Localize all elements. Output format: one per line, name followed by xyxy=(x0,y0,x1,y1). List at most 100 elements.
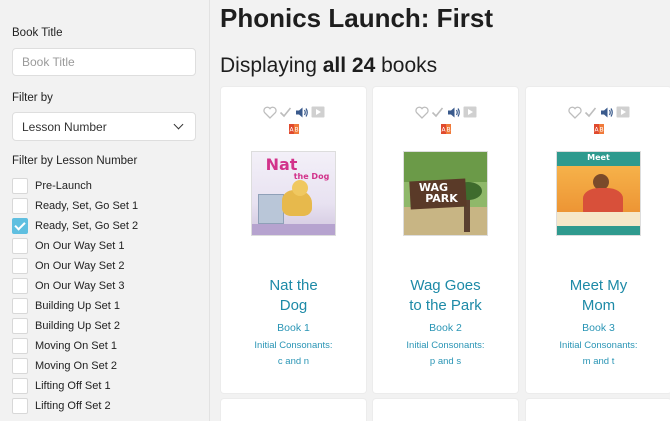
book-title-line: Dog xyxy=(279,297,308,314)
book-title-input[interactable] xyxy=(12,48,196,76)
book-number: Book 1 xyxy=(277,322,310,334)
book-title-line: to the Park xyxy=(409,297,482,314)
checkbox[interactable] xyxy=(12,398,28,414)
results-count: Displaying all 24 books xyxy=(220,54,437,78)
checkbox[interactable] xyxy=(12,318,28,334)
checkbox[interactable] xyxy=(12,178,28,194)
lesson-option-label: Ready, Set, Go Set 1 xyxy=(35,200,139,212)
lesson-option-label: On Our Way Set 1 xyxy=(35,240,125,252)
book-title-link[interactable]: Meet My Mom xyxy=(534,276,663,316)
results-count-number: all 24 xyxy=(322,54,376,77)
book-desc-line: m and t xyxy=(582,356,615,367)
lesson-option-label: On Our Way Set 2 xyxy=(35,260,125,272)
book-title-line: Mom xyxy=(581,297,616,314)
checkmark-icon[interactable] xyxy=(279,105,293,119)
book-desc-line: Initial Consonants: xyxy=(254,340,333,351)
lesson-option-label: Ready, Set, Go Set 2 xyxy=(35,220,139,232)
checkbox[interactable] xyxy=(12,238,28,254)
checkbox[interactable] xyxy=(12,338,28,354)
checkbox[interactable] xyxy=(12,198,28,214)
book-desc-line: c and n xyxy=(277,356,310,367)
lesson-checklist: Pre-Launch Ready, Set, Go Set 1 Ready, S… xyxy=(12,176,202,416)
checkbox[interactable] xyxy=(12,298,28,314)
book-actions xyxy=(526,105,670,119)
lesson-option-label: Building Up Set 1 xyxy=(35,300,120,312)
lesson-option-lifting-off-1[interactable]: Lifting Off Set 1 xyxy=(12,376,202,396)
lesson-option-moving-on-1[interactable]: Moving On Set 1 xyxy=(12,336,202,356)
book-cover-image[interactable]: Nat the Dog xyxy=(251,151,336,236)
book-actions xyxy=(221,105,366,119)
checkbox[interactable] xyxy=(12,258,28,274)
results-count-suffix: books xyxy=(375,54,438,77)
svg-text:B: B xyxy=(599,127,603,134)
play-video-icon[interactable] xyxy=(463,105,477,119)
checkbox-checked[interactable] xyxy=(12,218,28,234)
book-title-link[interactable]: Nat the Dog xyxy=(229,276,358,316)
lesson-option-on-our-way-2[interactable]: On Our Way Set 2 xyxy=(12,256,202,276)
heart-icon[interactable] xyxy=(567,105,582,119)
book-card[interactable] xyxy=(373,399,518,421)
filter-sidebar: Book Title Filter by Lesson Number Filte… xyxy=(0,0,210,421)
checkbox[interactable] xyxy=(12,378,28,394)
book-description: Initial Consonants: c and n xyxy=(231,338,356,370)
book-desc-line: Initial Consonants: xyxy=(559,340,638,351)
checkmark-icon[interactable] xyxy=(584,105,598,119)
book-desc-line: Initial Consonants: xyxy=(406,340,485,351)
lesson-option-ready-set-go-2[interactable]: Ready, Set, Go Set 2 xyxy=(12,216,202,236)
lesson-option-on-our-way-3[interactable]: On Our Way Set 3 xyxy=(12,276,202,296)
book-actions xyxy=(373,105,518,119)
book-card[interactable]: AB Nat the Dog Nat the Dog Book 1 Initial… xyxy=(221,87,366,393)
lesson-filter-label: Filter by Lesson Number xyxy=(12,155,138,167)
book-card[interactable]: AB Meet Meet My Mom Book 3 Initial Conson… xyxy=(526,87,670,393)
ab-icon: AB xyxy=(593,124,604,134)
cover-subtitle-text: PARK xyxy=(425,192,458,205)
chevron-down-icon xyxy=(173,119,184,130)
heart-icon[interactable] xyxy=(262,105,277,119)
book-card[interactable] xyxy=(526,399,670,421)
book-number: Book 3 xyxy=(582,322,615,334)
speaker-icon[interactable] xyxy=(447,105,461,119)
ab-icon: AB xyxy=(440,124,451,134)
heart-icon[interactable] xyxy=(414,105,429,119)
book-desc-line: p and s xyxy=(429,356,462,367)
book-number: Book 2 xyxy=(429,322,462,334)
play-video-icon[interactable] xyxy=(311,105,325,119)
cover-title-text: Meet xyxy=(587,153,610,162)
lesson-option-lifting-off-2[interactable]: Lifting Off Set 2 xyxy=(12,396,202,416)
lesson-option-ready-set-go-1[interactable]: Ready, Set, Go Set 1 xyxy=(12,196,202,216)
book-title-line: Meet My xyxy=(569,277,628,294)
lesson-option-building-up-1[interactable]: Building Up Set 1 xyxy=(12,296,202,316)
filter-by-select[interactable]: Lesson Number xyxy=(12,112,196,141)
lesson-option-moving-on-2[interactable]: Moving On Set 2 xyxy=(12,356,202,376)
cover-subtitle-text: the Dog xyxy=(293,172,330,181)
lesson-option-label: Lifting Off Set 1 xyxy=(35,380,111,392)
lesson-option-label: Moving On Set 1 xyxy=(35,340,117,352)
speaker-icon[interactable] xyxy=(600,105,614,119)
lesson-option-label: Lifting Off Set 2 xyxy=(35,400,111,412)
checkmark-icon[interactable] xyxy=(431,105,445,119)
checkbox[interactable] xyxy=(12,278,28,294)
results-count-prefix: Displaying xyxy=(220,54,323,77)
ab-icon: AB xyxy=(288,124,299,134)
book-card[interactable]: AB WAG PARK Wag Goes to the Park Book 2 I… xyxy=(373,87,518,393)
book-title-label: Book Title xyxy=(12,27,63,39)
book-cover-image[interactable]: WAG PARK xyxy=(403,151,488,236)
lesson-option-building-up-2[interactable]: Building Up Set 2 xyxy=(12,316,202,336)
filter-by-value: Lesson Number xyxy=(22,119,107,134)
book-card[interactable] xyxy=(221,399,366,421)
lesson-option-label: Moving On Set 2 xyxy=(35,360,117,372)
lesson-option-pre-launch[interactable]: Pre-Launch xyxy=(12,176,202,196)
book-cover-image[interactable]: Meet xyxy=(556,151,641,236)
book-title-link[interactable]: Wag Goes to the Park xyxy=(381,276,510,316)
svg-text:B: B xyxy=(294,127,298,134)
lesson-option-label: Pre-Launch xyxy=(35,180,92,192)
lesson-option-on-our-way-1[interactable]: On Our Way Set 1 xyxy=(12,236,202,256)
speaker-icon[interactable] xyxy=(295,105,309,119)
book-description: Initial Consonants: m and t xyxy=(536,338,661,370)
play-video-icon[interactable] xyxy=(616,105,630,119)
page-title: Phonics Launch: First xyxy=(220,3,494,33)
book-title-line: Nat the xyxy=(269,277,318,294)
checkbox[interactable] xyxy=(12,358,28,374)
lesson-option-label: Building Up Set 2 xyxy=(35,320,120,332)
svg-text:B: B xyxy=(446,127,450,134)
